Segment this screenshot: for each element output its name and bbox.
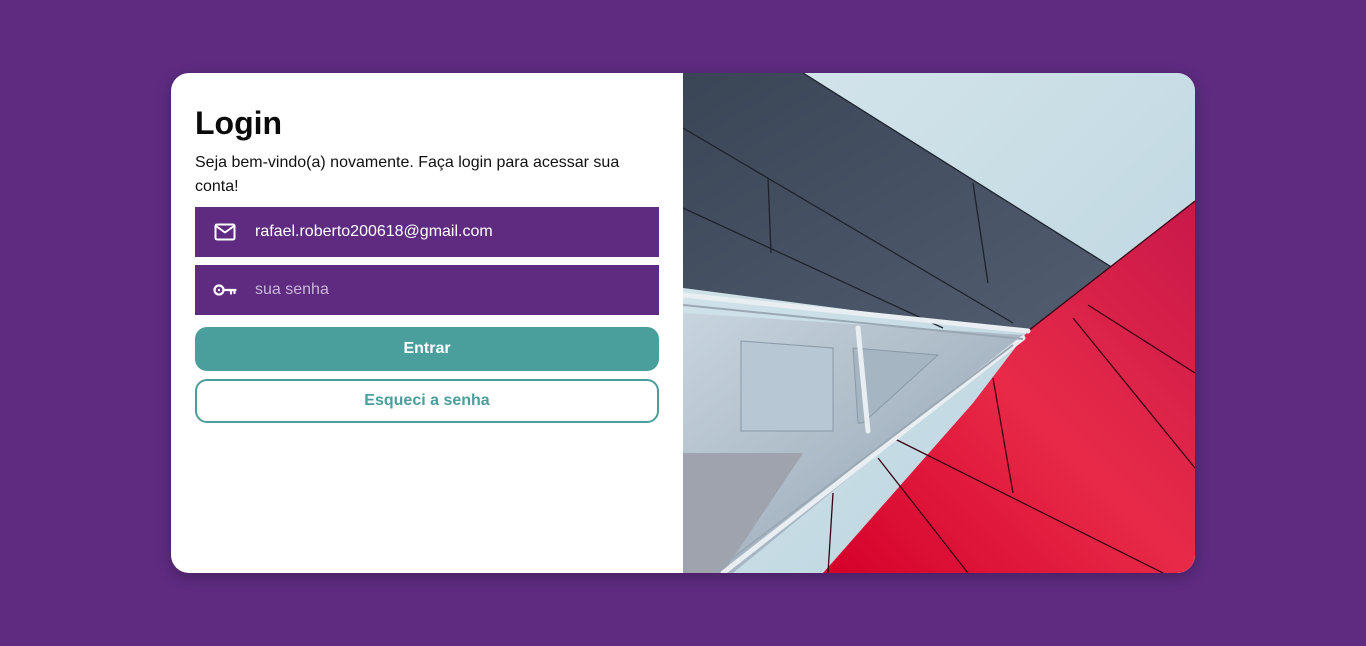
welcome-text: Seja bem-vindo(a) novamente. Faça login …	[195, 154, 620, 195]
login-card: Login Seja bem-vindo(a) novamente. Faça …	[171, 73, 1195, 573]
key-icon	[195, 265, 255, 315]
mail-icon	[195, 207, 255, 257]
login-button[interactable]: Entrar	[195, 327, 659, 371]
email-field-wrapper	[195, 207, 659, 257]
password-input[interactable]	[255, 265, 659, 315]
password-field-wrapper	[195, 265, 659, 315]
forgot-password-button[interactable]: Esqueci a senha	[195, 379, 659, 423]
building-illustration	[683, 73, 1195, 573]
hero-image	[683, 73, 1195, 573]
email-input[interactable]	[255, 207, 659, 257]
login-form-panel: Login Seja bem-vindo(a) novamente. Faça …	[171, 73, 683, 573]
page-title: Login	[195, 105, 283, 141]
